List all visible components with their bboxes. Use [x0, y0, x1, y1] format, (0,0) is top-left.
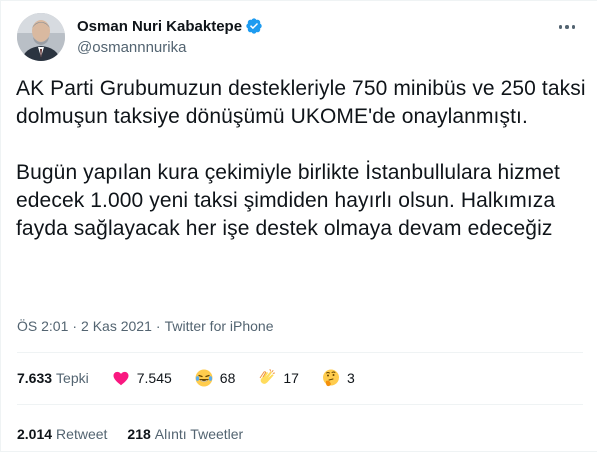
retweet-stats: 2.014 Retweet 218 Alıntı Tweetler	[17, 424, 243, 444]
laughing-emoji-icon	[194, 368, 214, 388]
tweet-paragraph: AK Parti Grubumuzun destekleriyle 750 mi…	[16, 77, 586, 128]
tweet-source[interactable]: Twitter for iPhone	[165, 318, 274, 334]
reaction-count: 68	[219, 370, 236, 386]
author-handle[interactable]: @osmannnurika	[77, 38, 263, 58]
quote-tweets-label: Alıntı Tweetler	[154, 426, 244, 442]
quote-tweets-count: 218	[127, 426, 151, 442]
retweets-label: Retweet	[56, 426, 108, 442]
meta-separator: ·	[155, 318, 161, 334]
reaction-heart[interactable]: 7.545	[111, 368, 172, 388]
tweet-paragraph: Bugün yapılan kura çekimiyle birlikte İs…	[16, 161, 560, 240]
heart-icon	[111, 368, 131, 388]
verified-badge-icon	[245, 17, 263, 35]
more-options-icon[interactable]	[555, 17, 579, 37]
thinking-emoji-icon	[321, 368, 341, 388]
meta-separator: ·	[72, 318, 78, 334]
tweet-meta: ÖS 2:01 · 2 Kas 2021 · Twitter for iPhone	[17, 317, 274, 335]
retweets-link[interactable]: 2.014 Retweet	[17, 426, 107, 442]
clapping-hands-icon	[257, 368, 277, 388]
divider	[17, 352, 583, 353]
reaction-count: 17	[283, 370, 299, 386]
reactions-total-label[interactable]: Tepki	[56, 370, 89, 386]
tweet-card: Osman Nuri Kabaktepe @osmannnurika AK Pa…	[0, 0, 597, 452]
reactions-bar: 7.633 Tepki 7.545 68 17 3	[17, 367, 355, 389]
tweet-time[interactable]: ÖS 2:01	[17, 318, 68, 334]
avatar-image	[17, 13, 65, 61]
tweet-header: Osman Nuri Kabaktepe @osmannnurika	[17, 13, 581, 61]
reaction-thinking[interactable]: 3	[321, 368, 355, 388]
reactions-total-count[interactable]: 7.633	[17, 370, 52, 386]
quote-tweets-link[interactable]: 218 Alıntı Tweetler	[127, 426, 243, 442]
retweets-count: 2.014	[17, 426, 53, 442]
divider	[17, 404, 583, 405]
tweet-text: AK Parti Grubumuzun destekleriyle 750 mi…	[16, 75, 586, 243]
reaction-count: 7.545	[136, 370, 172, 386]
author-names: Osman Nuri Kabaktepe @osmannnurika	[77, 16, 263, 58]
reaction-count: 3	[346, 370, 355, 386]
avatar[interactable]	[17, 13, 65, 61]
tweet-date[interactable]: 2 Kas 2021	[81, 318, 152, 334]
display-name[interactable]: Osman Nuri Kabaktepe	[77, 18, 242, 35]
reaction-clap[interactable]: 17	[257, 368, 299, 388]
reaction-laugh[interactable]: 68	[194, 368, 236, 388]
